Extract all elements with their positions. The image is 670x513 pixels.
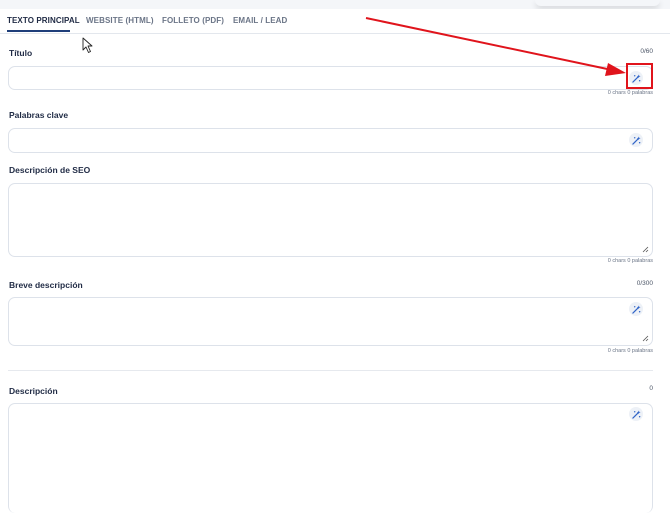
- breve-counter: 0 chars 0 palabras: [607, 348, 653, 354]
- breve-textarea[interactable]: [8, 297, 653, 346]
- tab-texto-principal[interactable]: TEXTO PRINCIPAL: [7, 16, 80, 25]
- breve-label: Breve descripción: [9, 280, 83, 290]
- titulo-counter: 0 chars 0 palabras: [607, 90, 653, 96]
- seo-counter: 0 chars 0 palabras: [607, 258, 653, 264]
- titulo-label: Título: [9, 48, 33, 58]
- mouse-pointer-icon: [82, 37, 93, 53]
- active-tab-indicator: [7, 30, 70, 32]
- breve-char-limit: 0/300: [636, 280, 653, 287]
- annotation-highlight-box: [626, 63, 653, 89]
- descripcion-textarea[interactable]: [8, 403, 653, 513]
- resize-grip-icon[interactable]: [642, 246, 649, 253]
- resize-grip-icon[interactable]: [642, 335, 649, 342]
- tab-website-html[interactable]: WEBSITE (HTML): [86, 16, 154, 25]
- magic-wand-icon: [631, 135, 641, 145]
- palabras-clave-label: Palabras clave: [9, 110, 69, 120]
- titulo-input[interactable]: [8, 66, 653, 90]
- palabras-clave-input[interactable]: [8, 128, 653, 153]
- magic-wand-icon: [631, 409, 641, 419]
- seo-label: Descripción de SEO: [9, 165, 91, 175]
- descripcion-char-limit: 0: [649, 385, 653, 392]
- palabras-clave-ai-button[interactable]: [629, 133, 643, 147]
- titulo-char-limit: 0/60: [640, 48, 653, 55]
- seo-textarea[interactable]: [8, 183, 653, 257]
- tab-email-lead[interactable]: EMAIL / LEAD: [233, 16, 287, 25]
- descripcion-ai-button[interactable]: [629, 407, 643, 421]
- breve-ai-button[interactable]: [629, 302, 643, 316]
- top-right-panel: [535, 0, 660, 6]
- magic-wand-icon: [631, 304, 641, 314]
- tab-folleto-pdf[interactable]: FOLLETO (PDF): [162, 16, 224, 25]
- section-divider: [8, 370, 653, 371]
- tab-bar: TEXTO PRINCIPAL WEBSITE (HTML) FOLLETO (…: [0, 9, 670, 34]
- descripcion-label: Descripción: [9, 386, 58, 396]
